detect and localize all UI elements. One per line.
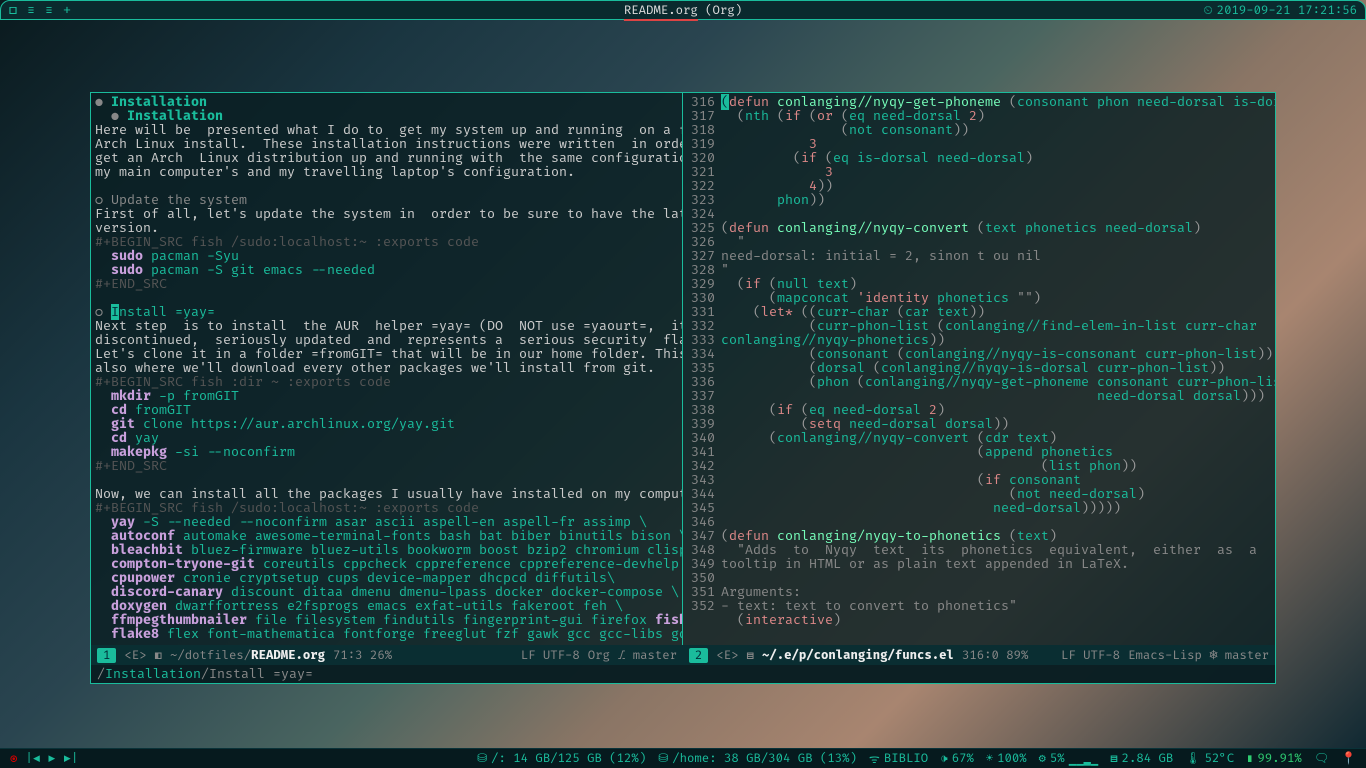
power-icon[interactable]: ◉ xyxy=(10,751,17,766)
src-begin: #+BEGIN_SRC fish /sudo:localhost:~ :expo… xyxy=(95,235,678,249)
code-area[interactable]: (defun conlanging//nyqy-get-phoneme (con… xyxy=(721,95,1275,643)
clock-datetime: 2019-09-21 17:21:56 xyxy=(1217,3,1357,18)
media-play-icon[interactable]: ▶ xyxy=(48,751,55,766)
wifi[interactable]: ᯤ BIBLIO xyxy=(869,750,928,767)
breadcrumb-seg: Installation xyxy=(105,666,201,682)
text: get an Arch Linux distribution up and ru… xyxy=(95,151,678,165)
buffer-position: 71:3 26% xyxy=(333,648,392,663)
discord-icon[interactable]: 🗨 xyxy=(1314,751,1329,766)
text: Let's clone it in a folder =fromGIT= tha… xyxy=(95,347,678,361)
linenum-indicator: 2 xyxy=(689,648,708,663)
temperature: 🌡 52°C xyxy=(1185,751,1234,766)
encoding: LF UTF-8 xyxy=(1061,648,1120,663)
polybar: ◉ |◀ ▶ ▶| ⛁ /: 14 GB/125 GB (12%) ⛁ /hom… xyxy=(0,748,1366,768)
git-branch: ⎈ master xyxy=(1210,648,1269,663)
modelines: 1 <E> ◧ ~/dotfiles/README.org 71:3 26% L… xyxy=(91,645,1275,665)
layout-add-icon[interactable]: + xyxy=(63,2,71,18)
major-mode: Emacs-Lisp xyxy=(1128,648,1202,663)
text: Here will be presented what I do to get … xyxy=(95,123,678,137)
window-titlebar: ☐ ≡ ≡ + README.org (Org) ⏲ 2019-09-21 17… xyxy=(0,0,1366,20)
desktop-gap xyxy=(0,20,1366,92)
text: First of all, let's update the system in… xyxy=(95,207,678,221)
layout-switcher[interactable]: ☐ ≡ ≡ + xyxy=(9,2,71,18)
buffer-path: ~/dotfiles/README.org xyxy=(170,648,325,663)
modeline-left[interactable]: 1 <E> ◧ ~/dotfiles/README.org 71:3 26% L… xyxy=(91,645,683,665)
disk-home: ⛁ /home: 38 GB/304 GB (13%) xyxy=(658,751,857,766)
encoding: LF UTF-8 xyxy=(521,648,580,663)
layout-tile-icon[interactable]: ≡ xyxy=(27,2,35,18)
minibuffer[interactable]: /Installation/Install =yay= xyxy=(91,665,1275,683)
media-prev-icon[interactable]: |◀ xyxy=(25,751,40,766)
brightness[interactable]: ☀ 100% xyxy=(986,751,1027,766)
media-next-icon[interactable]: ▶| xyxy=(64,751,79,766)
git-branch: ⎇ master xyxy=(618,648,677,663)
title-mode: (Org) xyxy=(705,3,742,18)
breadcrumb-seg: Install =yay= xyxy=(209,666,313,682)
text: Next step is to install the AUR helper =… xyxy=(95,319,678,333)
text: Arch Linux install. These installation i… xyxy=(95,137,678,151)
right-buffer[interactable]: 316 317 318 319 320 321 322 323 324 325 … xyxy=(683,93,1275,645)
major-mode: Org xyxy=(588,648,610,663)
emacs-frame: ● Installation ● Installation Here will … xyxy=(90,92,1276,684)
titlebar-clock: ⏲ 2019-09-21 17:21:56 xyxy=(1203,3,1357,18)
volume[interactable]: 🕩 67% xyxy=(940,751,974,766)
title-filename: README.org xyxy=(624,3,698,21)
battery: ▮ 99.91% xyxy=(1246,751,1302,766)
text: version. xyxy=(95,221,678,235)
src-begin: #+BEGIN_SRC fish :dir ~ :exports code xyxy=(95,375,678,389)
text: discontinued, seriously updated and repr… xyxy=(95,333,678,347)
text: also where we'll download every other pa… xyxy=(95,361,678,375)
src-end: #+END_SRC xyxy=(95,277,678,291)
location-icon[interactable]: 📍 xyxy=(1341,751,1356,766)
src-begin: #+BEGIN_SRC fish /sudo:localhost:~ :expo… xyxy=(95,501,678,515)
clock-icon: ⏲ xyxy=(1203,3,1212,18)
disk-root: ⛁ /: 14 GB/125 GB (12%) xyxy=(477,751,646,766)
evil-state: <E> xyxy=(716,648,738,663)
buffer-position: 316:0 89% xyxy=(962,648,1028,663)
layout-monocle-icon[interactable]: ☐ xyxy=(9,2,17,18)
text: Now, we can install all the packages I u… xyxy=(95,487,678,501)
src-end: #+END_SRC xyxy=(95,459,678,473)
window-title: README.org (Org) xyxy=(624,3,742,18)
file-icon: ▤ xyxy=(747,648,754,663)
text: my main computer's and my travelling lap… xyxy=(95,165,678,179)
ram: ▤ 2.84 GB xyxy=(1110,751,1173,766)
evil-state: <E> xyxy=(124,648,146,663)
buffer-path: ~/.e/p/conlanging/funcs.el xyxy=(762,648,954,663)
file-icon: ◧ xyxy=(155,648,162,663)
line-number-gutter: 316 317 318 319 320 321 322 323 324 325 … xyxy=(683,95,721,643)
modeline-right[interactable]: 2 <E> ▤ ~/.e/p/conlanging/funcs.el 316:0… xyxy=(683,645,1275,665)
left-buffer[interactable]: ● Installation ● Installation Here will … xyxy=(91,93,683,645)
layout-tile2-icon[interactable]: ≡ xyxy=(45,2,53,18)
cpu: ⚙ 5% ▁▁▂▁ xyxy=(1039,751,1099,766)
linenum-indicator: 1 xyxy=(97,648,116,663)
